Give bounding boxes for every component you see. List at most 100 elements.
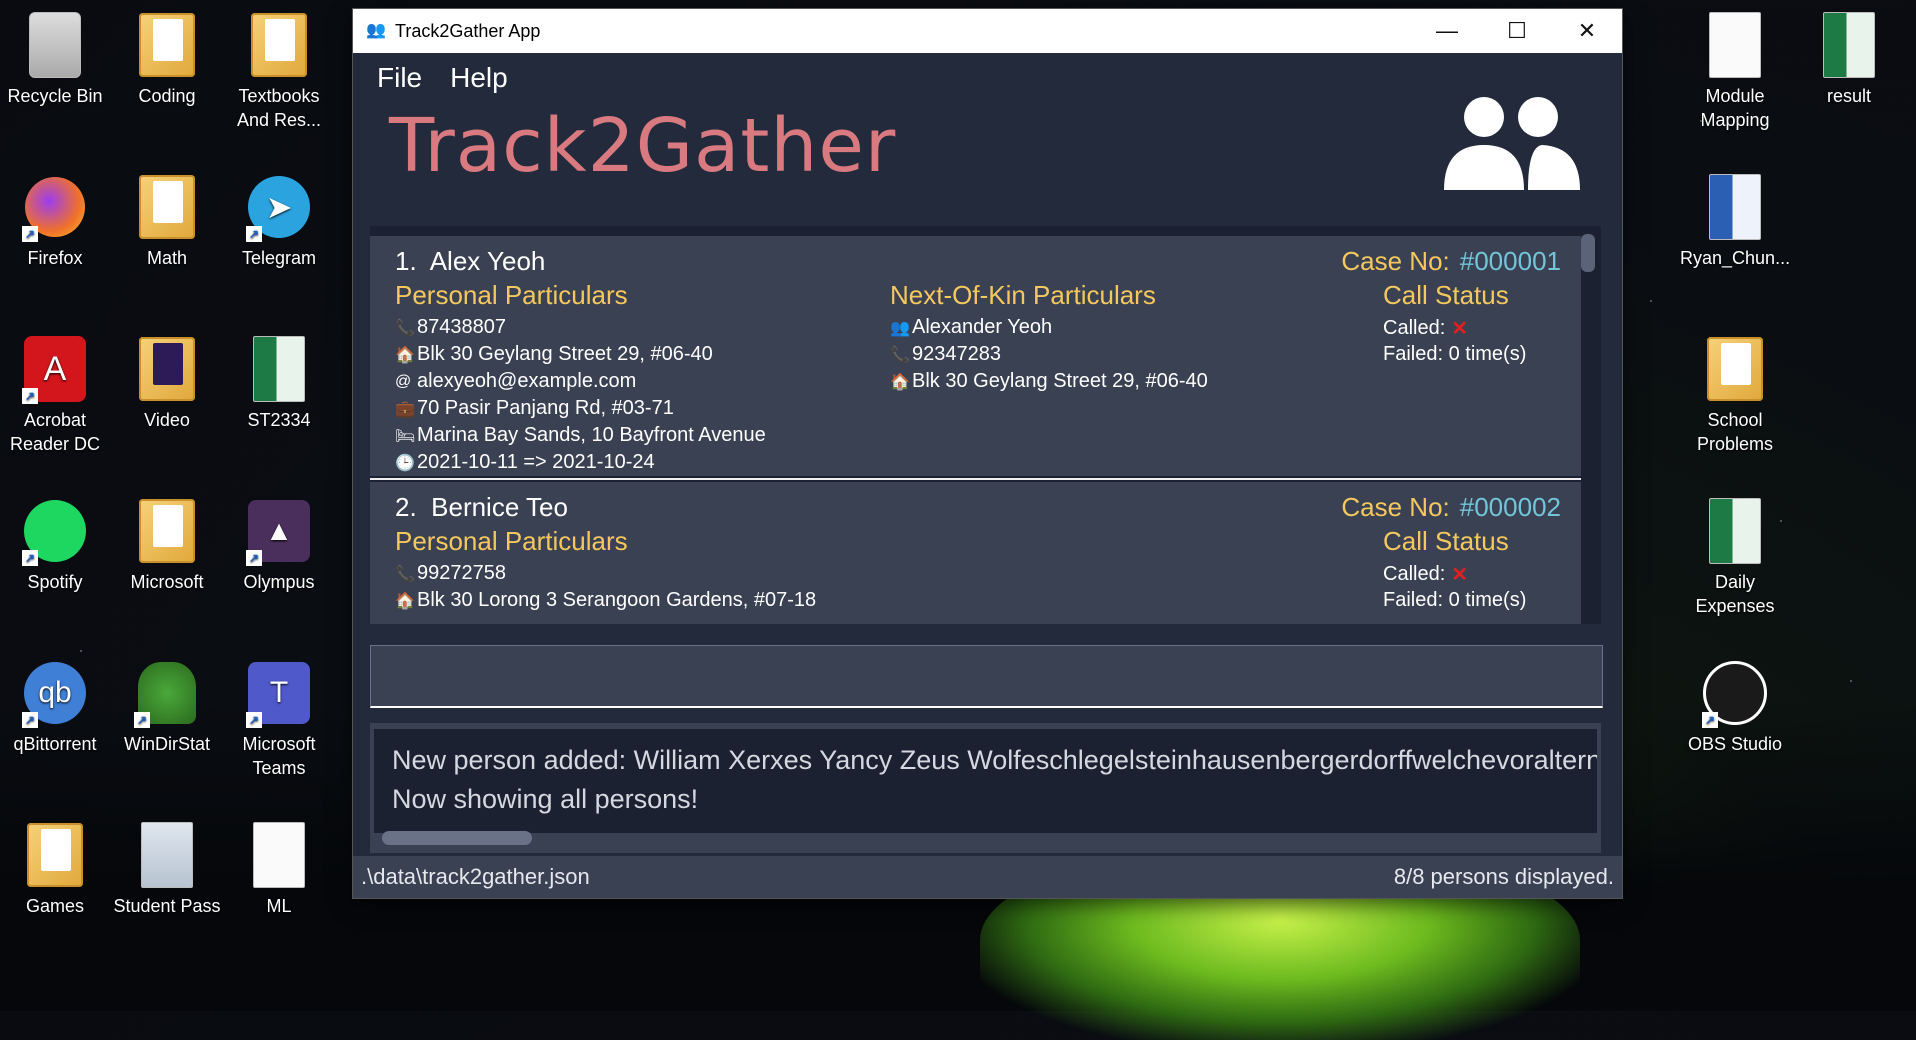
next-of-kin-heading: Next-Of-Kin Particulars: [890, 280, 1156, 310]
clock-icon: 🕒: [395, 454, 415, 472]
person-name: 1. Alex Yeoh: [395, 246, 546, 276]
folder-icon: [134, 334, 200, 404]
desktop-icon-spotify[interactable]: ↗ Spotify: [0, 496, 110, 594]
desktop-icon-games[interactable]: Games: [0, 820, 110, 918]
excel-icon: [1816, 10, 1882, 80]
folder-icon: [22, 820, 88, 890]
cross-icon: ✕: [1451, 564, 1469, 586]
person-card[interactable]: 2. Bernice Teo Case No: #000002 Personal …: [370, 482, 1581, 624]
phone-row: 📞 99272758: [395, 562, 506, 584]
desktop-icon-acrobat[interactable]: A ↗ Acrobat Reader DC: [0, 334, 110, 456]
phone-icon: 📞: [890, 346, 910, 364]
desktop-icon-textbooks[interactable]: Textbooks And Res...: [224, 10, 334, 132]
personal-particulars-heading: Personal Particulars: [395, 280, 628, 310]
home-icon: 🏠: [395, 592, 415, 610]
desktop-icon-qbittorrent[interactable]: qb ↗ qBittorrent: [0, 658, 110, 756]
work-address-row: 💼 70 Pasir Panjang Rd, #03-71: [395, 397, 674, 419]
case-number: Case No: #000001: [1341, 246, 1561, 276]
result-text: New person added: William Xerxes Yancy Z…: [374, 729, 1597, 833]
result-line: New person added: William Xerxes Yancy Z…: [392, 745, 1597, 775]
title-bar: 👥 Track2Gather App — ☐ ✕: [353, 9, 1622, 53]
person-name: 2. Bernice Teo: [395, 492, 568, 522]
nok-name-row: 👥 Alexander Yeoh: [890, 316, 1053, 338]
recycle-bin-icon: [22, 10, 88, 80]
app-header: Track2Gather: [353, 97, 1622, 213]
result-display: New person added: William Xerxes Yancy Z…: [370, 723, 1601, 853]
status-bar: .\data\track2gather.json 8/8 persons dis…: [353, 856, 1622, 898]
cross-icon: ✕: [1451, 318, 1469, 340]
desktop-icon-ml[interactable]: ML: [224, 820, 334, 918]
result-line: Now showing all persons!: [392, 784, 699, 814]
home-icon: 🏠: [395, 346, 415, 364]
excel-icon: [1702, 496, 1768, 566]
maximize-button[interactable]: ☐: [1482, 9, 1552, 53]
person-list: 1. Alex Yeoh Case No: #000001 Personal Pa…: [370, 226, 1601, 624]
call-status-heading: Call Status: [1383, 280, 1509, 310]
call-status-heading: Call Status: [1383, 526, 1509, 556]
people-icon: [1442, 95, 1582, 199]
menu-help[interactable]: Help: [450, 62, 508, 94]
image-icon: [134, 820, 200, 890]
minimize-button[interactable]: —: [1412, 9, 1482, 53]
close-button[interactable]: ✕: [1552, 9, 1622, 53]
quarantine-address-row: 🛏 Marina Bay Sands, 10 Bayfront Avenue: [395, 424, 766, 446]
desktop-icon-module-mapping[interactable]: Module Mapping: [1680, 10, 1790, 132]
phone-icon: 📞: [395, 319, 415, 337]
document-icon: [246, 820, 312, 890]
olympus-icon: ▲ ↗: [246, 496, 312, 566]
person-card[interactable]: 1. Alex Yeoh Case No: #000001 Personal Pa…: [370, 236, 1581, 476]
desktop-icon-student-pass[interactable]: Student Pass: [112, 820, 222, 918]
bed-icon: 🛏: [395, 427, 416, 445]
folder-icon: [246, 10, 312, 80]
folder-icon: [1702, 334, 1768, 404]
persons-displayed-count: 8/8 persons displayed.: [1393, 864, 1614, 889]
folder-icon: [134, 496, 200, 566]
desktop-icon-telegram[interactable]: ➤ ↗ Telegram: [224, 172, 334, 270]
address-row: 🏠 Blk 30 Lorong 3 Serangoon Gardens, #07-…: [395, 589, 817, 611]
failed-row: Failed: 0 time(s): [1383, 343, 1527, 365]
desktop-icon-teams[interactable]: T ↗ Microsoft Teams: [224, 658, 334, 780]
desktop-icon-result[interactable]: result: [1794, 10, 1904, 108]
personal-particulars-heading: Personal Particulars: [395, 526, 628, 556]
desktop-icon-recycle-bin[interactable]: Recycle Bin: [0, 10, 110, 108]
brand-title: Track2Gather: [389, 103, 897, 189]
desktop-icon-obs-studio[interactable]: ↗ OBS Studio: [1680, 658, 1790, 756]
app-people-icon: 👥: [366, 22, 386, 39]
failed-row: Failed: 0 time(s): [1383, 589, 1527, 611]
word-icon: [1702, 172, 1768, 242]
excel-icon: [246, 334, 312, 404]
home-icon: 🏠: [890, 373, 910, 391]
desktop-icon-math[interactable]: Math: [112, 172, 222, 270]
data-file-path: .\data\track2gather.json: [361, 864, 590, 889]
menu-bar: File Help: [353, 53, 1622, 103]
card-divider: [370, 478, 1581, 480]
at-icon: @: [395, 372, 412, 390]
desktop-icon-video[interactable]: Video: [112, 334, 222, 432]
teams-icon: T ↗: [246, 658, 312, 728]
desktop-icon-microsoft[interactable]: Microsoft: [112, 496, 222, 594]
folder-icon: [134, 172, 200, 242]
menu-file[interactable]: File: [377, 62, 422, 94]
desktop-icon-ryan-chun[interactable]: Ryan_Chun...: [1680, 172, 1790, 270]
window-title: Track2Gather App: [395, 20, 541, 41]
app-window: 👥 Track2Gather App — ☐ ✕ File Help Track…: [353, 9, 1622, 898]
qbittorrent-icon: qb ↗: [22, 658, 88, 728]
spotify-icon: ↗: [22, 496, 88, 566]
desktop-icon-olympus[interactable]: ▲ ↗ Olympus: [224, 496, 334, 594]
called-row: Called: ✕: [1383, 563, 1469, 586]
desktop-icon-coding[interactable]: Coding: [112, 10, 222, 108]
list-scrollbar[interactable]: [1581, 234, 1595, 272]
called-row: Called: ✕: [1383, 317, 1469, 340]
nok-phone-row: 📞 92347283: [890, 343, 1001, 365]
result-horizontal-scrollbar[interactable]: [382, 831, 532, 845]
people-icon: 👥: [890, 319, 910, 337]
acrobat-icon: A ↗: [22, 334, 88, 404]
command-input[interactable]: [370, 645, 1603, 708]
nok-address-row: 🏠 Blk 30 Geylang Street 29, #06-40: [890, 370, 1208, 392]
desktop-icon-windirstat[interactable]: ↗ WinDirStat: [112, 658, 222, 756]
desktop-icon-st2334[interactable]: ST2334: [224, 334, 334, 432]
desktop-icon-daily-expenses[interactable]: Daily Expenses: [1680, 496, 1790, 618]
desktop-icon-school-problems[interactable]: School Problems: [1680, 334, 1790, 456]
desktop-icon-firefox[interactable]: ↗ Firefox: [0, 172, 110, 270]
folder-icon: [134, 10, 200, 80]
